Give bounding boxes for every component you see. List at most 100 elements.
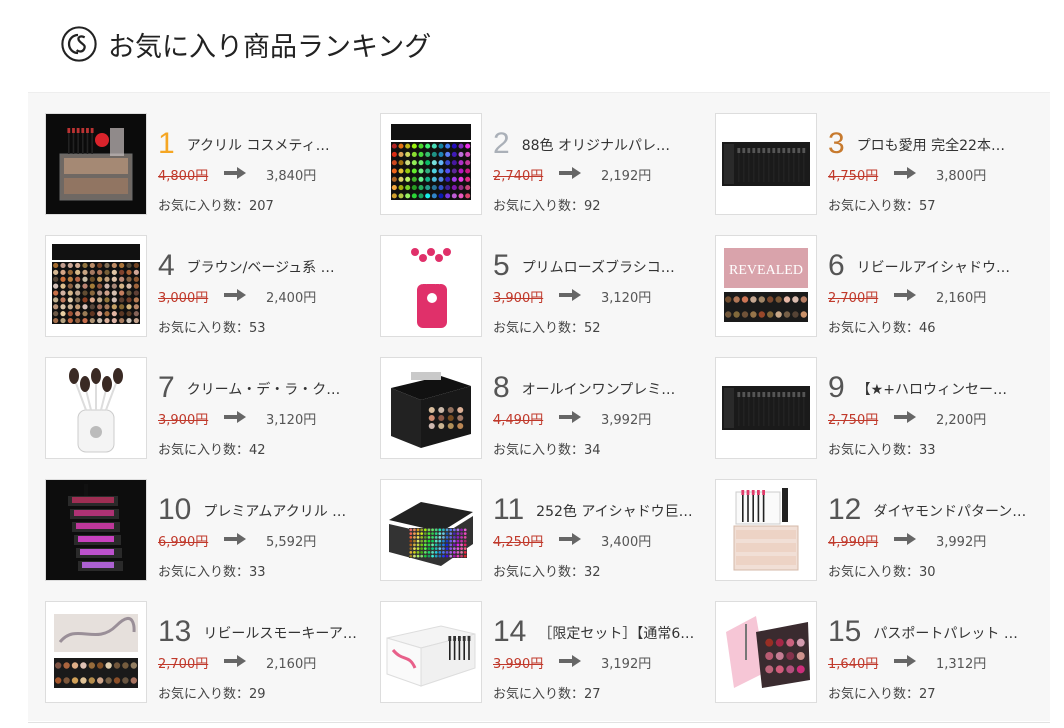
product-thumbnail[interactable] xyxy=(715,479,817,581)
sale-price: 3,992円 xyxy=(601,413,652,428)
favorite-count: お気に入り数：52 xyxy=(493,317,601,336)
product-card[interactable]: 4 ブラウン/ベージュ系 … 3,000円 2,400円 お気に入り数：53 xyxy=(45,235,380,357)
product-image xyxy=(381,358,481,458)
price-row: 4,750円 3,800円 xyxy=(828,164,1050,184)
original-price: 4,750円 xyxy=(828,169,879,184)
product-card[interactable]: 13 リビールスモーキーア… 2,700円 2,160円 お気に入り数：29 xyxy=(45,601,380,723)
favorite-count: お気に入り数：92 xyxy=(493,195,601,214)
product-card[interactable]: 11 252色 アイシャドウ巨… 4,250円 3,400円 お気に入り数：32 xyxy=(380,479,715,601)
favorite-count-label: お気に入り数： xyxy=(158,687,250,702)
product-image xyxy=(46,114,146,214)
favorite-count-label: お気に入り数： xyxy=(158,565,250,580)
original-price: 3,900円 xyxy=(158,413,209,428)
product-thumbnail[interactable] xyxy=(45,601,147,703)
sale-price: 3,840円 xyxy=(266,169,317,184)
product-name-link[interactable]: アクリル コスメティ… xyxy=(187,137,378,159)
favorite-count: お気に入り数：33 xyxy=(158,561,266,580)
arrow-right-icon xyxy=(559,655,581,667)
product-card[interactable]: 2 88色 オリジナルパレ… 2,740円 2,192円 お気に入り数：92 xyxy=(380,113,715,235)
original-price: 3,000円 xyxy=(158,291,209,306)
product-name-link[interactable]: 88色 オリジナルパレ… xyxy=(522,137,713,159)
product-heading: 7 クリーム・デ・ラ・ク… xyxy=(158,369,378,403)
product-image xyxy=(716,602,816,702)
price-row: 4,490円 3,992円 xyxy=(493,408,715,428)
product-thumbnail[interactable] xyxy=(715,113,817,215)
product-card[interactable]: 14 ［限定セット］【通常6… 3,990円 3,192円 お気に入り数：27 xyxy=(380,601,715,723)
product-card[interactable]: 12 ダイヤモンドパターン… 4,990円 3,992円 お気に入り数：30 xyxy=(715,479,1050,601)
favorite-count-label: お気に入り数： xyxy=(158,443,250,458)
product-name-link[interactable]: プレミアムアクリル … xyxy=(203,503,378,525)
product-card[interactable]: 9 【★+ハロウィンセー… 2,750円 2,200円 お気に入り数：33 xyxy=(715,357,1050,479)
favorite-count-value: 33 xyxy=(249,565,266,580)
product-name-link[interactable]: クリーム・デ・ラ・ク… xyxy=(187,381,378,403)
rank-number: 5 xyxy=(493,249,510,281)
product-card[interactable]: 15 パスポートパレット … 1,640円 1,312円 お気に入り数：27 xyxy=(715,601,1050,723)
product-card[interactable]: 7 クリーム・デ・ラ・ク… 3,900円 3,120円 お気に入り数：42 xyxy=(45,357,380,479)
product-card[interactable]: 8 オールインワンプレミ… 4,490円 3,992円 お気に入り数：34 xyxy=(380,357,715,479)
favorite-count: お気に入り数：29 xyxy=(158,683,266,702)
product-name-link[interactable]: ブラウン/ベージュ系 … xyxy=(187,259,378,281)
favorite-count-label: お気に入り数： xyxy=(493,565,585,580)
sale-price: 2,200円 xyxy=(936,413,987,428)
product-name-link[interactable]: プリムローズブラシコ… xyxy=(522,259,713,281)
product-name-link[interactable]: リビールアイシャドウ… xyxy=(857,259,1048,281)
price-row: 3,900円 3,120円 xyxy=(493,286,715,306)
product-thumbnail[interactable]: REVEALED xyxy=(715,235,817,337)
product-name-link[interactable]: 【★+ハロウィンセー… xyxy=(857,381,1048,403)
product-name-link[interactable]: ［限定セット］【通常6… xyxy=(538,625,713,647)
favorite-count-value: 46 xyxy=(919,321,936,336)
product-name-link[interactable]: ダイヤモンドパターン… xyxy=(873,503,1048,525)
sale-price: 3,120円 xyxy=(601,291,652,306)
product-thumbnail[interactable] xyxy=(45,479,147,581)
rank-number: 2 xyxy=(493,127,510,159)
product-name-link[interactable]: プロも愛用 完全22本… xyxy=(857,137,1048,159)
favorite-count-value: 207 xyxy=(249,199,274,214)
sale-price: 2,160円 xyxy=(266,657,317,672)
sale-price: 3,800円 xyxy=(936,169,987,184)
original-price: 4,990円 xyxy=(828,535,879,550)
product-image xyxy=(381,236,481,336)
product-name-link[interactable]: 252色 アイシャドウ巨… xyxy=(536,503,713,525)
product-thumbnail[interactable] xyxy=(380,235,482,337)
price-row: 4,250円 3,400円 xyxy=(493,530,715,550)
product-heading: 1 アクリル コスメティ… xyxy=(158,125,378,159)
product-card[interactable]: 10 プレミアムアクリル … 6,990円 5,592円 お気に入り数：33 xyxy=(45,479,380,601)
product-name-link[interactable]: オールインワンプレミ… xyxy=(522,381,713,403)
original-price: 2,750円 xyxy=(828,413,879,428)
favorite-count: お気に入り数：34 xyxy=(493,439,601,458)
sale-price: 2,400円 xyxy=(266,291,317,306)
rank-number: 8 xyxy=(493,371,510,403)
product-image xyxy=(381,114,481,214)
product-thumbnail[interactable] xyxy=(45,113,147,215)
product-card[interactable]: REVEALED 6 リビールアイシャドウ… 2,700円 2,160円 お気に… xyxy=(715,235,1050,357)
price-row: 1,640円 1,312円 xyxy=(828,652,1050,672)
arrow-right-icon xyxy=(894,533,916,545)
product-thumbnail[interactable] xyxy=(380,113,482,215)
price-row: 6,990円 5,592円 xyxy=(158,530,380,550)
product-heading: 12 ダイヤモンドパターン… xyxy=(828,491,1048,525)
product-heading: 10 プレミアムアクリル … xyxy=(158,491,378,525)
original-price: 6,990円 xyxy=(158,535,209,550)
product-name-link[interactable]: パスポートパレット … xyxy=(873,625,1048,647)
product-thumbnail[interactable] xyxy=(380,479,482,581)
product-thumbnail[interactable] xyxy=(45,357,147,459)
original-price: 4,490円 xyxy=(493,413,544,428)
product-card[interactable]: 1 アクリル コスメティ… 4,800円 3,840円 お気に入り数：207 xyxy=(45,113,380,235)
arrow-right-icon xyxy=(894,167,916,179)
sale-price: 3,120円 xyxy=(266,413,317,428)
arrow-right-icon xyxy=(224,533,246,545)
product-thumbnail[interactable] xyxy=(380,357,482,459)
page-title: お気に入り商品ランキング xyxy=(108,31,432,63)
product-image: REVEALED xyxy=(716,236,816,336)
product-thumbnail[interactable] xyxy=(715,601,817,703)
favorite-count-label: お気に入り数： xyxy=(828,687,920,702)
product-thumbnail[interactable] xyxy=(45,235,147,337)
product-card[interactable]: 5 プリムローズブラシコ… 3,900円 3,120円 お気に入り数：52 xyxy=(380,235,715,357)
product-name-link[interactable]: リビールスモーキーア… xyxy=(203,625,378,647)
favorite-count-value: 53 xyxy=(249,321,266,336)
favorite-count: お気に入り数：30 xyxy=(828,561,936,580)
product-thumbnail[interactable] xyxy=(715,357,817,459)
price-row: 3,990円 3,192円 xyxy=(493,652,715,672)
product-thumbnail[interactable] xyxy=(380,601,482,703)
product-card[interactable]: 3 プロも愛用 完全22本… 4,750円 3,800円 お気に入り数：57 xyxy=(715,113,1050,235)
